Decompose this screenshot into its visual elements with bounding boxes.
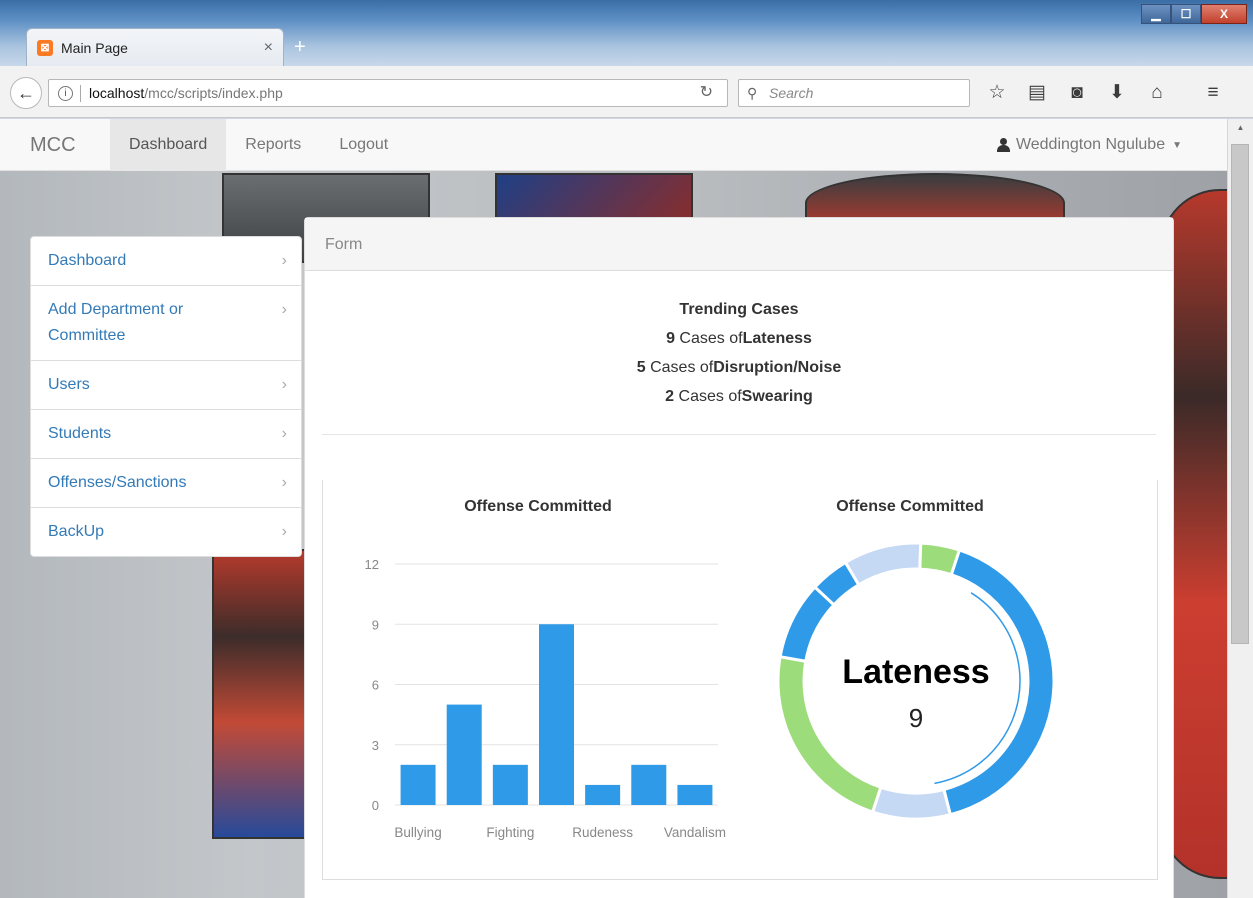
page-scrollbar[interactable]: ▲ [1227,119,1253,898]
sidebar-item-label: Add Department or Committee [48,301,184,344]
info-icon[interactable]: i [58,86,73,101]
caret-down-icon: ▼ [1172,139,1182,151]
bar-chart-title: Offense Committed [464,498,612,515]
sidebar-item-offenses[interactable]: Offenses/Sanctions › [31,459,301,508]
url-separator [80,85,81,102]
y-tick-label: 9 [372,617,379,632]
bar[interactable] [446,704,482,805]
chevron-right-icon: › [281,523,287,540]
trending-row: 5 Cases ofDisruption/Noise [636,359,842,376]
main-nav: Dashboard Reports Logout [110,119,407,171]
tab-title: Main Page [61,39,128,56]
search-placeholder: Search [769,85,814,101]
user-icon [996,138,1010,152]
user-name: Weddington Ngulube [1015,136,1166,153]
charts-container: Offense Committed Offense Committed 0 3 6 9… [322,480,1158,880]
home-icon[interactable]: ⌂ [1144,80,1170,106]
chevron-right-icon: › [281,425,287,442]
trending-cases: Trending Cases 9 Cases ofLateness 5 Case… [305,271,1173,411]
bar-chart: 0 3 6 9 12 Bullying Fighting Rudeness Vandalism [365,557,726,840]
nav-reports[interactable]: Reports [226,119,320,171]
sidebar-item-label: Offenses/Sanctions [48,474,187,491]
new-tab-button[interactable]: + [294,36,306,59]
window-controls: ▁ ☐ X [1141,4,1247,24]
sidebar-item-students[interactable]: Students › [31,410,301,459]
x-tick-label: Fighting [486,825,534,840]
pocket-icon[interactable]: ◙ [1064,80,1090,106]
chevron-right-icon: › [281,301,287,318]
sidebar-item-backup[interactable]: BackUp › [31,508,301,556]
user-menu[interactable]: Weddington Ngulube ▼ [996,136,1182,154]
menu-icon[interactable]: ≡ [1200,80,1226,106]
maximize-button[interactable]: ☐ [1171,4,1201,24]
sidebar-item-dashboard[interactable]: Dashboard › [31,237,301,286]
search-icon: ⚲ [747,85,758,101]
url-path: /mcc/scripts/index.php [144,85,283,101]
form-panel: Form Trending Cases 9 Cases ofLateness 5… [304,217,1174,898]
page-viewport: MCC Dashboard Reports Logout Weddington … [0,119,1253,898]
scrollbar-thumb[interactable] [1231,144,1249,644]
trending-title: Trending Cases [679,301,799,318]
reading-list-icon[interactable]: ▤ [1024,80,1050,106]
sidebar-item-label: Students [48,425,112,442]
donut-center-value: 9 [909,703,923,733]
y-tick-label: 3 [372,738,379,753]
chevron-right-icon: › [281,376,287,393]
chevron-right-icon: › [281,252,287,269]
x-tick-label: Bullying [394,825,441,840]
donut-chart-title: Offense Committed [836,498,984,515]
bar[interactable] [585,784,621,805]
divider [322,434,1156,435]
y-tick-label: 6 [372,678,379,693]
donut-slice[interactable] [870,785,953,821]
downloads-icon[interactable]: ⬇ [1104,80,1130,106]
sidebar-menu: Dashboard › Add Department or Committee › … [30,236,302,557]
x-tick-label: Rudeness [572,825,633,840]
nav-logout[interactable]: Logout [320,119,407,171]
chevron-right-icon: › [281,474,287,491]
bar[interactable] [677,784,713,805]
donut-slice[interactable] [918,541,962,577]
trending-row: 9 Cases ofLateness [666,330,812,347]
sidebar-item-label: Dashboard [48,252,127,269]
bar[interactable] [539,624,574,805]
nav-dashboard[interactable]: Dashboard [110,119,227,171]
url-bar[interactable]: i localhost/mcc/scripts/index.php ↻ [48,79,728,107]
xampp-favicon-icon: ⊠ [37,39,53,56]
sidebar-item-add-department[interactable]: Add Department or Committee › [31,286,301,361]
bar[interactable] [492,764,528,805]
tab-close-icon[interactable]: × [264,39,273,57]
app-navbar: MCC Dashboard Reports Logout Weddington … [0,119,1227,171]
donut-slice[interactable] [843,541,923,587]
browser-tab[interactable]: ⊠ Main Page × [26,28,284,66]
y-tick-label: 12 [365,557,379,572]
back-arrow-icon[interactable]: ← [10,77,42,109]
y-tick-label: 0 [372,798,379,813]
bar[interactable] [400,764,436,805]
background-photo [212,549,308,839]
url-host: localhost [89,85,145,101]
sidebar-item-label: BackUp [48,523,105,540]
bookmark-star-icon[interactable]: ☆ [984,80,1010,106]
donut-chart: Lateness 9 [776,541,1056,821]
reload-icon[interactable]: ↻ [700,80,713,106]
browser-titlebar: ⊠ Main Page × + ▁ ☐ X [0,0,1253,66]
panel-heading: Form [305,218,1173,271]
donut-center-label: Lateness [842,653,989,691]
sidebar-item-users[interactable]: Users › [31,361,301,410]
search-input[interactable]: ⚲ Search [738,79,970,107]
scroll-up-icon[interactable]: ▲ [1228,123,1253,132]
bar[interactable] [631,764,667,805]
x-tick-label: Vandalism [664,825,726,840]
close-window-button[interactable]: X [1201,4,1247,24]
brand-logo[interactable]: MCC [30,134,76,157]
trending-row: 2 Cases ofSwearing [665,388,813,405]
minimize-button[interactable]: ▁ [1141,4,1171,24]
browser-toolbar: ← i localhost/mcc/scripts/index.php ↻ ⚲ … [0,66,1253,118]
sidebar-item-label: Users [48,376,90,393]
